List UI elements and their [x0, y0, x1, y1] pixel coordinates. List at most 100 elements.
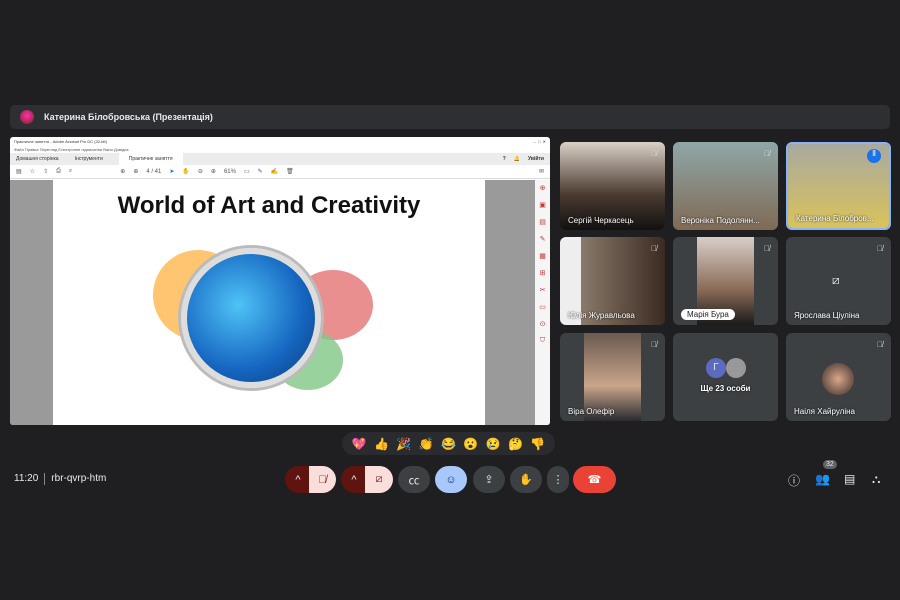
hand-icon: ✋ — [519, 474, 533, 486]
captions-button[interactable]: ㏄ — [398, 466, 430, 493]
window-title: Практичне заняття - Adobe Acrobat Pro DC… — [14, 139, 107, 144]
reaction-laugh[interactable]: 😂 — [441, 437, 456, 451]
acrobat-titlebar: Практичне заняття - Adobe Acrobat Pro DC… — [10, 137, 550, 146]
reaction-thinking[interactable]: 🤔 — [508, 437, 523, 451]
help-icon[interactable]: ? — [503, 156, 506, 162]
acrobat-side-tools[interactable]: ⊕ ▣ ▤ ✎ ▦ ⊞ ✂ ▭ ⊙ ⛉ — [535, 180, 550, 425]
acrobat-menu[interactable]: Файл Правка Перегляд Електронне підписан… — [10, 146, 550, 153]
upload-icon[interactable]: ⇧ — [43, 168, 48, 175]
camera-toggle-button[interactable]: ⧄ — [365, 466, 393, 493]
reaction-thumbs-up[interactable]: 👍 — [374, 437, 389, 451]
participant-tile[interactable]: 🎙̸ Наіля Хайруліна — [786, 333, 891, 421]
mic-toggle-button[interactable]: 🎙̸ — [309, 466, 336, 493]
sign-icon[interactable]: ✍ — [271, 168, 278, 175]
participant-name: Ярослава Ціуліна — [794, 311, 860, 320]
reactions-button[interactable]: ☺ — [435, 466, 467, 493]
presenter-bar: Катерина Білобровська (Презентація) — [10, 105, 890, 129]
tab-document[interactable]: Практичне заняття — [118, 153, 183, 165]
chat-icon[interactable]: ▤ — [844, 472, 855, 486]
participant-count-badge: 32 — [823, 460, 837, 469]
search-icon[interactable]: ⌕ — [69, 168, 72, 175]
camera-off-icon: ⧄ — [832, 273, 840, 287]
mic-off-icon: 🎙̸ — [877, 244, 883, 253]
participant-name: Марія Бура — [681, 309, 735, 320]
meeting-info: 11:20 rbr-qvrp-htm — [14, 473, 106, 485]
tab-home[interactable]: Домашня сторінка — [16, 156, 59, 162]
captions-icon: ㏄ — [408, 474, 420, 487]
leave-call-button[interactable]: ☎ — [573, 466, 616, 493]
participant-tile[interactable]: 🎙̸ Юлія Журавльова — [560, 237, 665, 325]
info-icon[interactable]: ⓘ — [788, 472, 800, 489]
cursor-icon[interactable]: ➤ — [169, 168, 174, 175]
next-page-icon[interactable]: ⊕ — [133, 168, 138, 175]
raise-hand-button[interactable]: ✋ — [510, 466, 542, 493]
mail-icon[interactable]: ✉ — [539, 168, 544, 175]
activities-icon[interactable]: ⛬ — [872, 472, 880, 487]
acrobat-tabs: Домашня сторінка Інструменти Практичне з… — [10, 153, 550, 165]
reaction-clap[interactable]: 👏 — [419, 437, 434, 451]
tab-tools[interactable]: Інструменти — [75, 156, 103, 162]
comment-icon[interactable]: ▭ — [244, 168, 250, 175]
reactions-bar: 💖 👍 🎉 👏 😂 😮 😢 🤔 👎 — [342, 432, 555, 455]
mic-off-icon: 🎙̸ — [877, 340, 883, 349]
speaking-indicator-icon: ⫴ — [867, 149, 881, 163]
shared-screen: Практичне заняття - Adobe Acrobat Pro DC… — [10, 137, 550, 425]
participant-name: Віра Олефір — [568, 407, 615, 416]
pen-icon[interactable]: ✎ — [258, 168, 263, 175]
print-icon[interactable]: ⎙ — [56, 168, 61, 175]
participant-avatar — [726, 358, 746, 378]
reaction-thumbs-down[interactable]: 👎 — [530, 437, 545, 451]
participant-tile[interactable]: 🎙̸ Сергій Черкасець — [560, 142, 665, 230]
meeting-code: rbr-qvrp-htm — [51, 473, 107, 484]
participant-tile[interactable]: 🎙̸ Марія Бура — [673, 237, 778, 325]
emoji-icon: ☺ — [445, 473, 457, 486]
mic-off-icon: 🎙̸ — [318, 473, 327, 486]
participant-avatar — [822, 363, 854, 395]
divider — [44, 473, 46, 485]
bell-icon[interactable]: 🔔 — [514, 156, 520, 162]
video-options-button[interactable]: ^ — [341, 466, 367, 493]
participant-tile[interactable]: 🎙̸ Вероніка Подолянн... — [673, 142, 778, 230]
globe-image — [181, 248, 321, 388]
presenter-avatar — [20, 110, 34, 124]
reaction-surprised[interactable]: 😮 — [463, 437, 478, 451]
more-options-button[interactable]: ⋮ — [547, 466, 569, 493]
present-icon: ⇪ — [484, 474, 494, 486]
participant-name: Наіля Хайруліна — [794, 407, 855, 416]
window-controls[interactable]: – □ ✕ — [534, 139, 546, 144]
acrobat-toolbar: ▤ ☆ ⇧ ⎙ ⌕ ⊕ ⊕ 4 / 41 ➤ ✋ ⊖ ⊕ 61% ▭ ✎ ✍ 🗑 ✉ — [10, 165, 550, 179]
zoom-out-icon[interactable]: ⊖ — [198, 168, 203, 175]
participant-tile[interactable]: 🎙̸ Віра Олефір — [560, 333, 665, 421]
delete-icon[interactable]: 🗑 — [286, 168, 294, 175]
zoom-in-icon[interactable]: ⊕ — [211, 168, 216, 175]
mic-off-icon: 🎙̸ — [764, 244, 770, 253]
participant-name: Катерина Білобров... — [796, 214, 874, 223]
more-participants-label: Ще 23 особи — [700, 384, 751, 393]
page-indicator[interactable]: 4 / 41 — [146, 169, 161, 175]
participant-tile-speaking[interactable]: ⫴ Катерина Білобров... — [786, 142, 891, 230]
mic-off-icon: 🎙̸ — [764, 149, 770, 158]
star-icon[interactable]: ☆ — [30, 168, 35, 175]
mic-off-icon: 🎙̸ — [651, 149, 657, 158]
presenter-name: Катерина Білобровська (Презентація) — [44, 112, 213, 122]
people-icon[interactable]: 👥 — [815, 472, 830, 486]
participant-tile[interactable]: 🎙̸ ⧄ Ярослава Ціуліна — [786, 237, 891, 325]
clock: 11:20 — [14, 473, 39, 484]
participant-name: Вероніка Подолянн... — [681, 216, 760, 225]
reaction-sad[interactable]: 😢 — [486, 437, 501, 451]
save-icon[interactable]: ▤ — [16, 168, 22, 175]
signin-button[interactable]: Увійти — [528, 156, 544, 162]
more-participants-tile[interactable]: Г Ще 23 особи — [673, 333, 778, 421]
camera-off-icon: ⧄ — [375, 473, 383, 485]
reaction-heart[interactable]: 💖 — [352, 437, 367, 451]
hang-up-icon: ☎ — [587, 474, 602, 486]
slide-page: World of Art and Creativity — [53, 180, 485, 425]
audio-options-button[interactable]: ^ — [285, 466, 311, 493]
present-button[interactable]: ⇪ — [473, 466, 505, 493]
hand-icon[interactable]: ✋ — [182, 168, 189, 175]
reaction-party[interactable]: 🎉 — [396, 437, 411, 451]
zoom-level[interactable]: 61% — [224, 169, 236, 175]
prev-page-icon[interactable]: ⊕ — [120, 168, 125, 175]
more-vert-icon: ⋮ — [552, 474, 564, 486]
slide-title: World of Art and Creativity — [117, 192, 421, 219]
